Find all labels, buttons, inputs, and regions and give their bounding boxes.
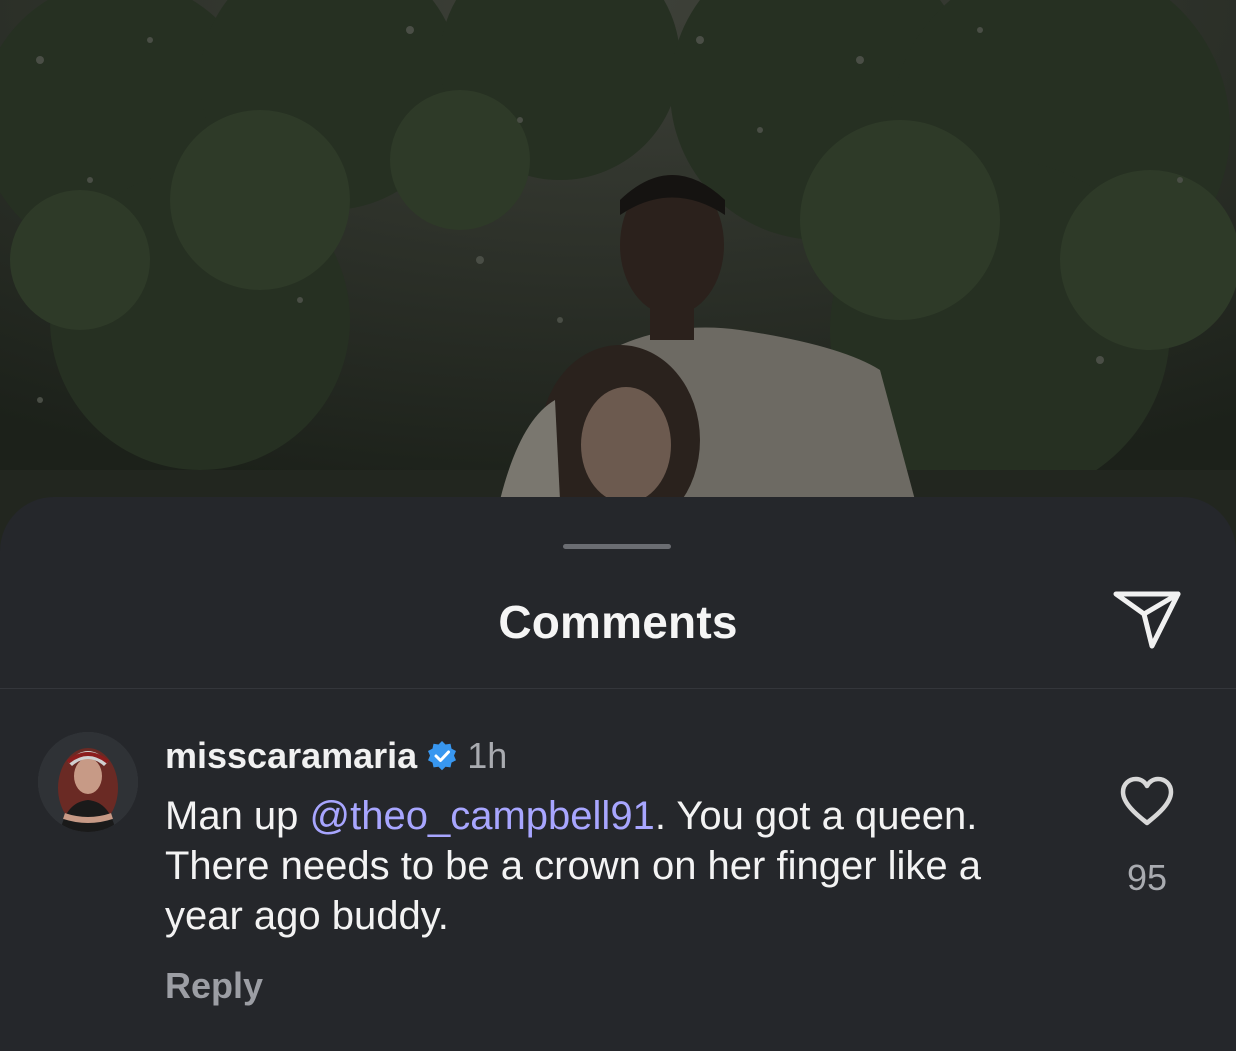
comment-username[interactable]: misscaramaria	[165, 735, 417, 777]
comment-item: misscaramaria 1h Man up @theo_campbell91…	[0, 689, 1236, 1051]
like-count: 95	[1126, 857, 1168, 898]
post-photo-background	[0, 0, 1236, 560]
comment-header: misscaramaria 1h	[165, 735, 507, 777]
comments-sheet: Comments misscaramaria 1h Man up @theo_c…	[0, 497, 1236, 1051]
sheet-title: Comments	[498, 596, 738, 648]
heart-icon	[1120, 776, 1174, 826]
comment-text-before: Man up	[165, 794, 310, 838]
comment-text: Man up @theo_campbell91. You got a queen…	[165, 791, 1045, 941]
share-button[interactable]	[1110, 586, 1184, 652]
sheet-grabber-handle[interactable]	[563, 544, 671, 549]
avatar[interactable]	[38, 732, 138, 832]
send-icon	[1113, 591, 1181, 649]
verified-badge-icon	[428, 741, 457, 771]
comment-timestamp: 1h	[467, 735, 508, 776]
like-button[interactable]	[1118, 774, 1176, 828]
mention-link[interactable]: @theo_campbell91	[310, 794, 655, 838]
reply-button[interactable]: Reply	[165, 965, 263, 1007]
